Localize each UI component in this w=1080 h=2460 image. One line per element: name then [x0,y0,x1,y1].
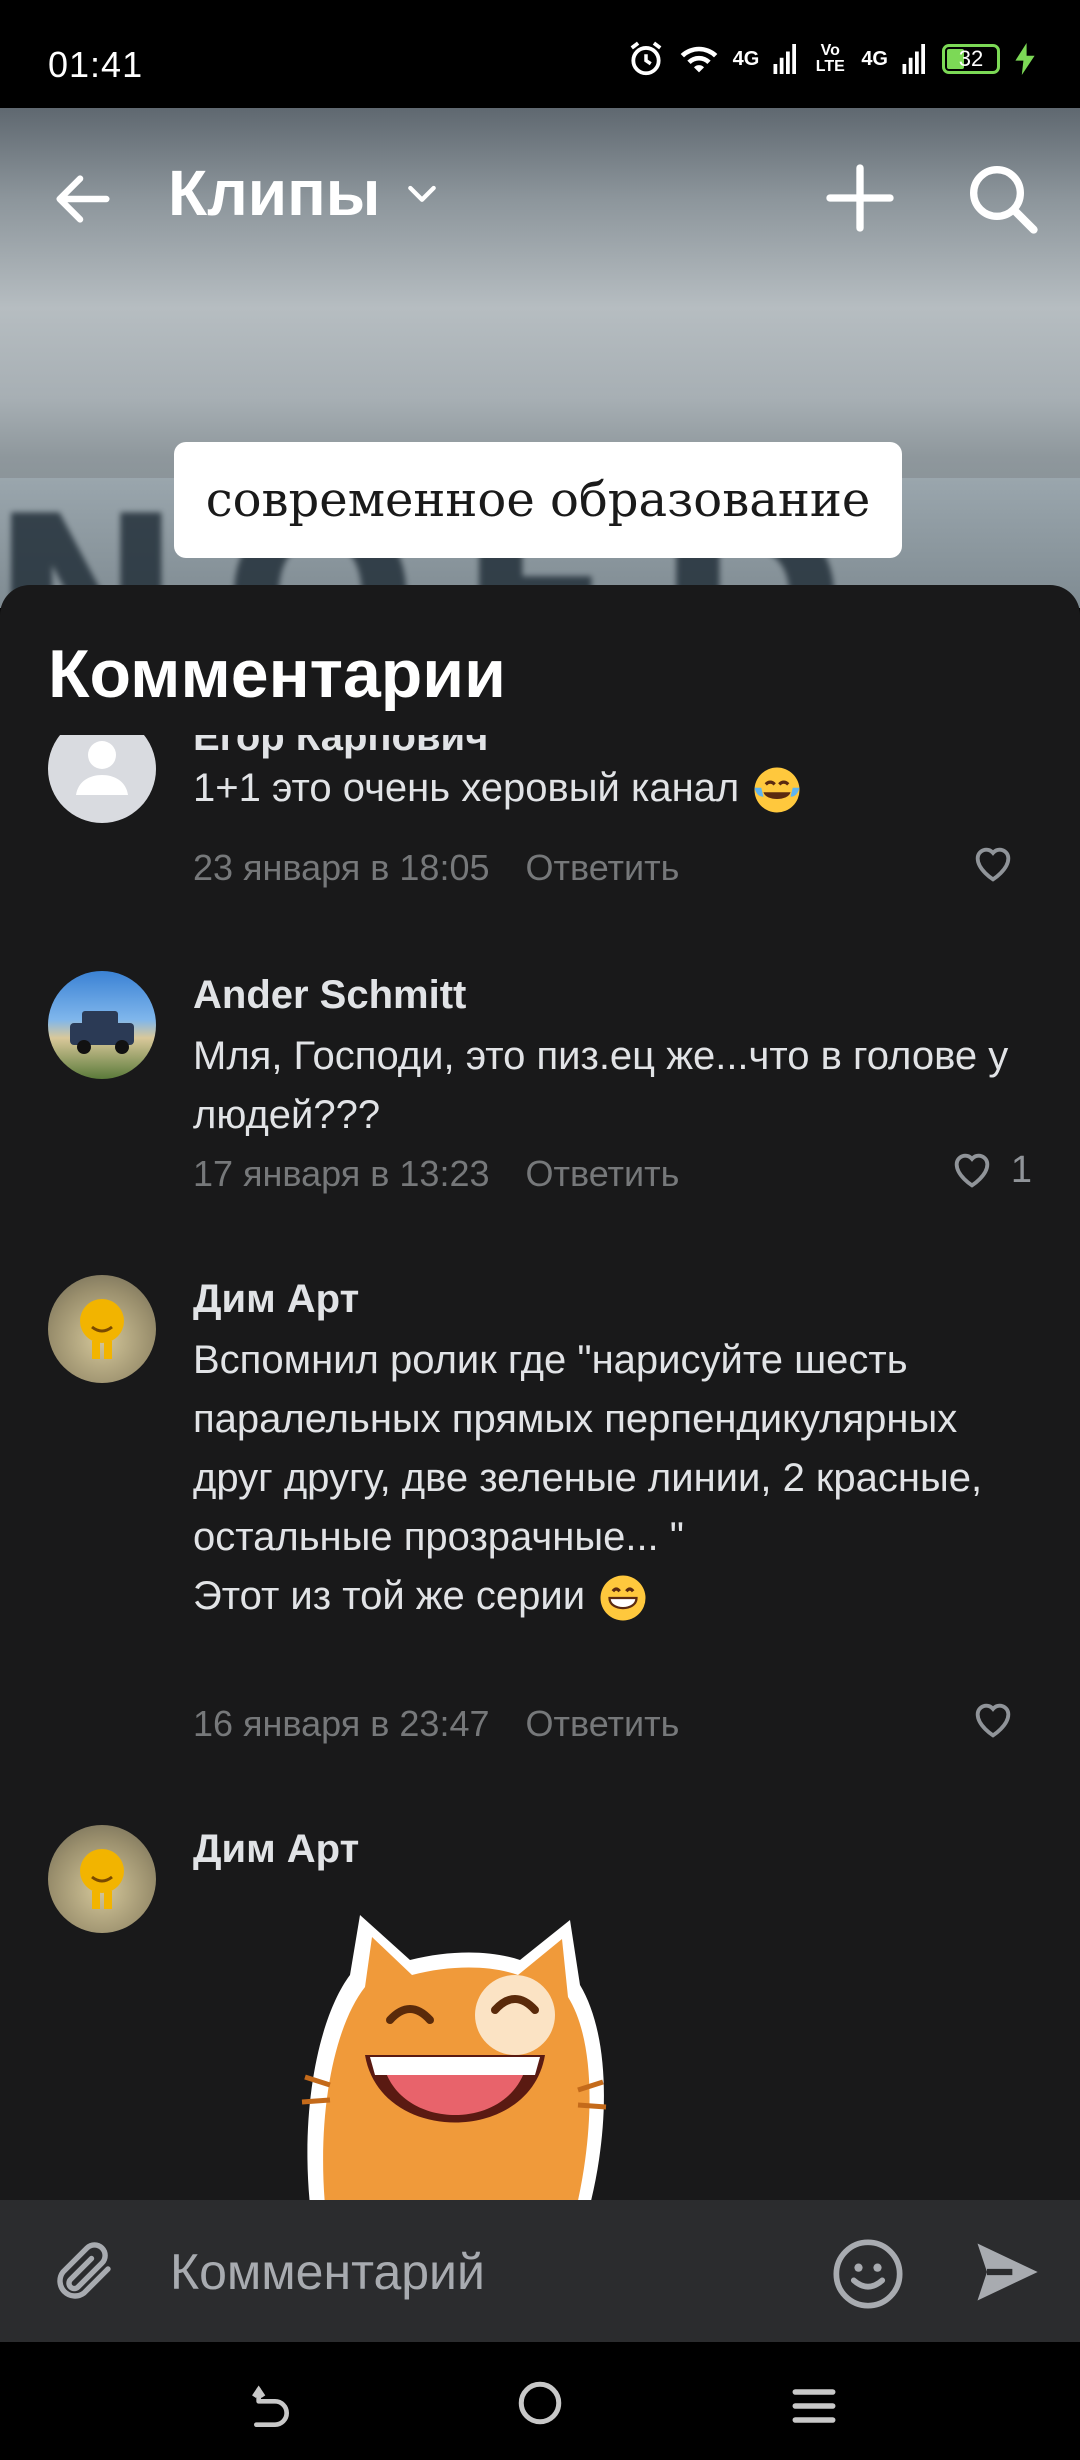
clips-title-dropdown[interactable]: Клипы [168,156,442,230]
comment-text-second: Этот из той же серии [193,1574,586,1618]
like-button[interactable]: 1 [949,1147,1032,1193]
comment-text: Мля, Господи, это пиз.ец же...что в голо… [193,1034,1009,1137]
smile-icon[interactable] [830,2236,906,2312]
add-icon[interactable] [820,158,900,238]
avatar[interactable] [48,1275,156,1383]
status-bar: 01:41 4G Vo LTE 4G 32 [0,0,1080,108]
status-time: 01:41 [48,44,144,85]
comment-date: 16 января в 23:47 [193,1703,490,1744]
comments-sheet: Комментарии Егор Карпович 1+1 это очень … [0,585,1080,2200]
avatar-placeholder[interactable] [48,735,156,823]
charging-icon [1015,43,1035,75]
comment-input[interactable] [170,2232,790,2312]
comment-author[interactable]: Егор Карпович [193,735,488,760]
send-icon[interactable] [968,2234,1044,2310]
grinning-emoji-icon [600,1575,646,1621]
network-type-2: 4G [861,48,888,70]
heart-icon [954,1153,990,1188]
avatar[interactable] [48,1825,156,1933]
volte-label: Vo LTE [815,42,845,75]
heart-icon [975,1703,1011,1738]
comment-author[interactable]: Дим Арт [193,1827,359,1872]
laughing-cat-sticker[interactable] [290,1905,630,2200]
smiley-figure-icon [80,1299,124,1359]
comment-input-bar [0,2200,1080,2342]
user-silhouette-icon [76,741,128,795]
tears-of-joy-emoji-icon [754,767,800,813]
battery-indicator: 32 [942,44,1000,74]
nav-back-icon[interactable] [240,2378,296,2434]
like-button[interactable] [970,1697,1032,1743]
signal-icon [773,44,797,74]
wifi-icon [680,46,717,73]
comment-meta: 17 января в 13:23 Ответить [193,1153,679,1195]
smiley-figure-icon [80,1849,124,1909]
nav-home-icon[interactable] [515,2378,565,2428]
avatar[interactable] [48,971,156,1079]
alarm-icon [630,41,662,76]
comment-date: 23 января в 18:05 [193,847,490,888]
reply-button[interactable]: Ответить [526,1153,680,1195]
comment-author[interactable]: Ander Schmitt [193,973,466,1018]
comment-meta: 16 января в 23:47 Ответить [193,1703,679,1745]
video-caption: современное образование [174,442,902,558]
nav-menu-icon[interactable] [786,2378,842,2434]
comments-list[interactable]: Егор Карпович 1+1 это очень херовый кана… [0,735,1080,2200]
paperclip-icon[interactable] [48,2236,120,2308]
comment-text-line2: Этот из той же серии [193,1567,1023,1626]
comments-title: Комментарии [48,636,506,712]
battery-level: 32 [958,46,984,71]
reply-button[interactable]: Ответить [526,847,680,889]
comment-text-content: 1+1 это очень херовый канал [193,766,740,810]
comment-date: 17 января в 13:23 [193,1153,490,1194]
search-icon[interactable] [962,158,1042,238]
comment-text: Вспомнил ролик где "нарисуйте шесть пара… [193,1331,1023,1626]
comment-text: 1+1 это очень херовый канал [193,759,1023,818]
back-arrow-icon[interactable] [48,164,118,234]
comment-meta: 23 января в 18:05 Ответить [193,847,679,889]
like-count: 1 [1010,1148,1032,1191]
car-photo-icon [70,1011,134,1054]
top-bar: Клипы [0,108,1080,278]
chevron-down-icon [408,185,437,202]
network-type-1: 4G [732,48,760,70]
status-icons: 4G Vo LTE 4G 32 [627,40,1036,78]
reply-button[interactable]: Ответить [526,1703,680,1745]
page-title: Клипы [168,157,381,229]
system-nav-bar [0,2342,1080,2460]
comment-text-content: Вспомнил ролик где "нарисуйте шесть пара… [193,1338,983,1559]
signal-icon-2 [902,44,925,74]
like-button[interactable] [970,841,1032,887]
comment-author[interactable]: Дим Арт [193,1277,359,1322]
heart-icon [975,847,1011,882]
